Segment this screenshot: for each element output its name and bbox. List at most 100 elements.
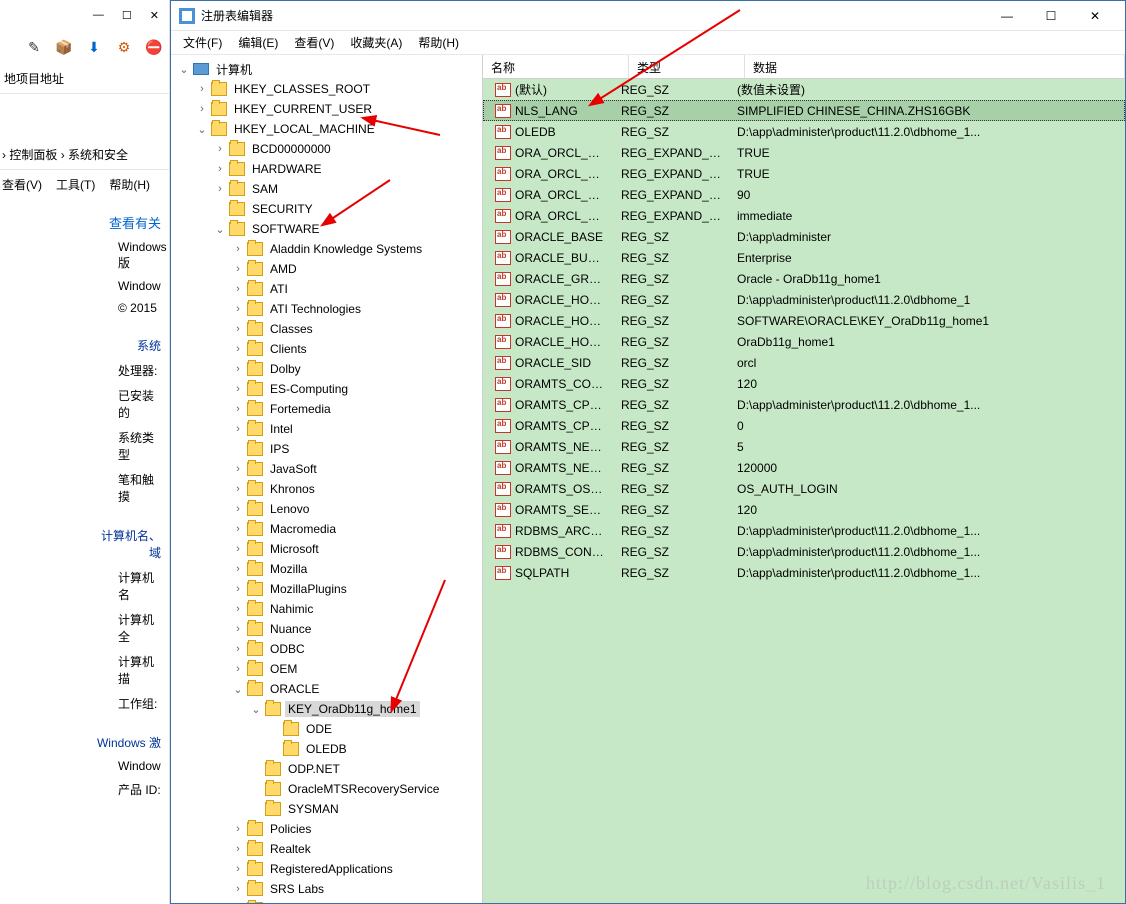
- menu-help[interactable]: 帮助(H): [412, 32, 465, 53]
- expand-icon[interactable]: ›: [231, 503, 245, 515]
- tree-label[interactable]: ES-Computing: [267, 381, 351, 397]
- expand-icon[interactable]: ›: [231, 483, 245, 495]
- expand-icon[interactable]: ›: [195, 83, 209, 95]
- tree-label[interactable]: Intel: [267, 421, 296, 437]
- expand-icon[interactable]: ›: [231, 363, 245, 375]
- tree-label[interactable]: Khronos: [267, 481, 318, 497]
- tree-label[interactable]: Realtek: [267, 841, 314, 857]
- tree-label[interactable]: ORACLE: [267, 681, 322, 697]
- tree-node[interactable]: ⌄SOFTWARE: [171, 219, 482, 239]
- expand-icon[interactable]: ›: [231, 403, 245, 415]
- tree-label[interactable]: Macromedia: [267, 521, 339, 537]
- tree-node[interactable]: ›AMD: [171, 259, 482, 279]
- address-bar[interactable]: 地项目地址: [0, 64, 169, 94]
- close-button[interactable]: ✕: [1073, 2, 1117, 30]
- expand-icon[interactable]: ⌄: [213, 223, 227, 236]
- expand-icon[interactable]: ›: [231, 863, 245, 875]
- tree-label[interactable]: Fortemedia: [267, 401, 334, 417]
- expand-icon[interactable]: ›: [231, 463, 245, 475]
- tree-label[interactable]: OracleMTSRecoveryService: [285, 781, 442, 797]
- maximize-icon[interactable]: ☐: [122, 9, 132, 22]
- tree-node[interactable]: ›HKEY_CLASSES_ROOT: [171, 79, 482, 99]
- expand-icon[interactable]: ›: [231, 623, 245, 635]
- value-row[interactable]: ORACLE_BUN...REG_SZEnterprise: [483, 247, 1125, 268]
- expand-icon[interactable]: ›: [231, 343, 245, 355]
- tree-label[interactable]: IPS: [267, 441, 292, 457]
- tree-node[interactable]: OLEDB: [171, 739, 482, 759]
- tree-label[interactable]: Dolby: [267, 361, 304, 377]
- tree-node[interactable]: ›Clients: [171, 339, 482, 359]
- value-row[interactable]: NLS_LANGREG_SZSIMPLIFIED CHINESE_CHINA.Z…: [483, 100, 1125, 121]
- tree-label[interactable]: ATI Technologies: [267, 301, 364, 317]
- tree-node[interactable]: ›Policies: [171, 819, 482, 839]
- tree-node[interactable]: ODP.NET: [171, 759, 482, 779]
- tree-node[interactable]: SYSMAN: [171, 799, 482, 819]
- minimize-icon[interactable]: —: [93, 9, 104, 21]
- tree-node[interactable]: IPS: [171, 439, 482, 459]
- value-row[interactable]: ORA_ORCL_SH...REG_EXPAND_SZ90: [483, 184, 1125, 205]
- menu-file[interactable]: 文件(F): [177, 32, 228, 53]
- expand-icon[interactable]: ›: [231, 523, 245, 535]
- tree-label[interactable]: OLEDB: [303, 741, 350, 757]
- tree-node[interactable]: ›MozillaPlugins: [171, 579, 482, 599]
- download-icon[interactable]: ⬇: [85, 38, 103, 56]
- tree-label[interactable]: MozillaPlugins: [267, 581, 350, 597]
- tree-node[interactable]: ›Mozilla: [171, 559, 482, 579]
- expand-icon[interactable]: ›: [195, 103, 209, 115]
- tree-node[interactable]: ›ODBC: [171, 639, 482, 659]
- tree-node[interactable]: SECURITY: [171, 199, 482, 219]
- menu-favorites[interactable]: 收藏夹(A): [344, 32, 408, 53]
- value-row[interactable]: ORACLE_HOM...REG_SZOraDb11g_home1: [483, 331, 1125, 352]
- value-row[interactable]: ORAMTS_SESS...REG_SZ120: [483, 499, 1125, 520]
- tree-label[interactable]: HARDWARE: [249, 161, 325, 177]
- gear-icon[interactable]: ⚙: [115, 38, 133, 56]
- value-row[interactable]: (默认)REG_SZ(数值未设置): [483, 79, 1125, 100]
- tree-label[interactable]: ODP.NET: [285, 761, 343, 777]
- menu-help[interactable]: 帮助(H): [109, 176, 150, 193]
- list-header[interactable]: 名称 类型 数据: [483, 55, 1125, 79]
- col-name[interactable]: 名称: [483, 55, 629, 78]
- tree-label[interactable]: Nuance: [267, 621, 314, 637]
- col-data[interactable]: 数据: [745, 55, 1125, 78]
- tree-node[interactable]: › Macromedia: [171, 519, 482, 539]
- tree-label[interactable]: Waves Audio: [267, 901, 343, 903]
- menu-edit[interactable]: 编辑(E): [232, 32, 284, 53]
- tree-label[interactable]: BCD00000000: [249, 141, 334, 157]
- expand-icon[interactable]: ⌄: [195, 123, 209, 136]
- tree-node[interactable]: › Nuance: [171, 619, 482, 639]
- tree-label[interactable]: JavaSoft: [267, 461, 320, 477]
- tree-label[interactable]: ODE: [303, 721, 335, 737]
- tree-node[interactable]: › ES-Computing: [171, 379, 482, 399]
- tree-node[interactable]: ›Microsoft: [171, 539, 482, 559]
- tree-label[interactable]: ATI: [267, 281, 291, 297]
- tree-node[interactable]: ›Lenovo: [171, 499, 482, 519]
- expand-icon[interactable]: ›: [231, 563, 245, 575]
- tree-node[interactable]: ODE: [171, 719, 482, 739]
- value-row[interactable]: ORA_ORCL_AU...REG_EXPAND_SZTRUE: [483, 142, 1125, 163]
- tree-node[interactable]: ⌄ KEY_OraDb11g_home1: [171, 699, 482, 719]
- value-row[interactable]: ORAMTS_CON...REG_SZ120: [483, 373, 1125, 394]
- expand-icon[interactable]: ⌄: [177, 63, 191, 76]
- tree-node[interactable]: › Realtek: [171, 839, 482, 859]
- value-row[interactable]: ORAMTS_NET...REG_SZ5: [483, 436, 1125, 457]
- tree-node[interactable]: ›Intel: [171, 419, 482, 439]
- value-row[interactable]: ORA_ORCL_SH...REG_EXPAND_SZimmediate: [483, 205, 1125, 226]
- tree-label[interactable]: KEY_OraDb11g_home1: [285, 701, 420, 717]
- expand-icon[interactable]: ›: [231, 823, 245, 835]
- tree-node[interactable]: ›Aladdin Knowledge Systems: [171, 239, 482, 259]
- tree-label[interactable]: SYSMAN: [285, 801, 342, 817]
- expand-icon[interactable]: ›: [231, 883, 245, 895]
- expand-icon[interactable]: ›: [231, 843, 245, 855]
- regedit-titlebar[interactable]: 注册表编辑器 — ☐ ✕: [171, 1, 1125, 31]
- tree-node[interactable]: ›Classes: [171, 319, 482, 339]
- tree-node[interactable]: ›HKEY_CURRENT_USER: [171, 99, 482, 119]
- value-row[interactable]: ORACLE_SIDREG_SZorcl: [483, 352, 1125, 373]
- tree-label[interactable]: Aladdin Knowledge Systems: [267, 241, 425, 257]
- tree-node[interactable]: › JavaSoft: [171, 459, 482, 479]
- expand-icon[interactable]: ›: [213, 143, 227, 155]
- tree-label[interactable]: RegisteredApplications: [267, 861, 396, 877]
- value-row[interactable]: ORAMTS_OSC...REG_SZOS_AUTH_LOGIN: [483, 478, 1125, 499]
- expand-icon[interactable]: ⌄: [249, 703, 263, 716]
- expand-icon[interactable]: ›: [231, 383, 245, 395]
- tree-label[interactable]: OEM: [267, 661, 300, 677]
